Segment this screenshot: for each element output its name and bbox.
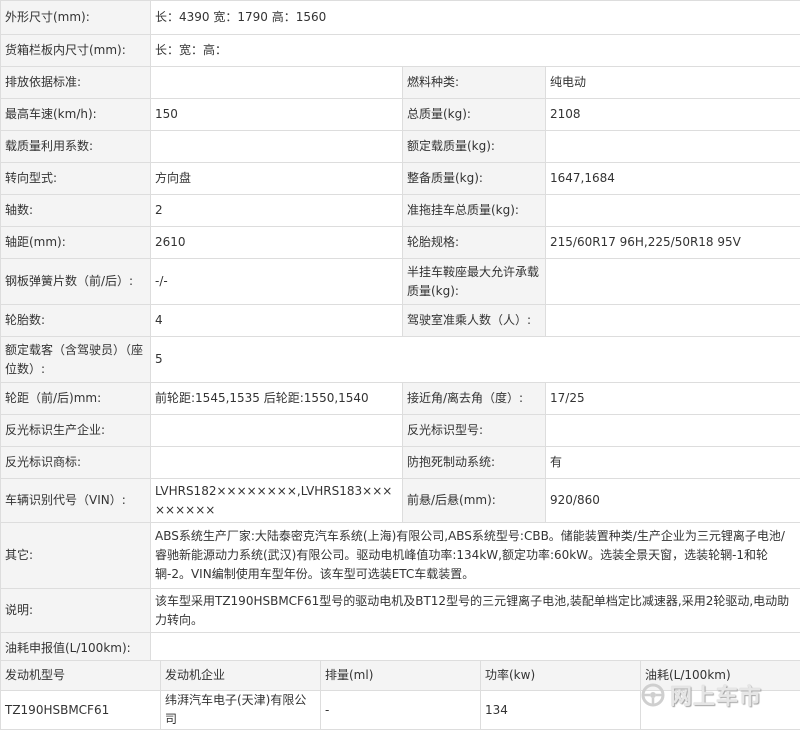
steering-value: 方向盘 [151,163,403,195]
emission-value [151,67,403,99]
tires-label: 轮胎规格: [403,227,546,259]
trailer-mass-label: 准拖挂车总质量(kg): [403,195,546,227]
dimensions-value: 长：4390 宽：1790 高：1560 [151,1,800,35]
reflect-maker-label: 反光标识生产企业: [1,415,151,447]
abs-label: 防抱死制动系统: [403,447,546,479]
total-mass-value: 2108 [546,99,800,131]
load-util-label: 载质量利用系数: [1,131,151,163]
engine-header-power: 功率(kw) [481,661,641,691]
track-label: 轮距（前/后)mm: [1,383,151,415]
cab-persons-label: 驾驶室准乘人数（人）: [403,305,546,337]
steering-label: 转向型式: [1,163,151,195]
overhang-label: 前悬/后悬(mm): [403,479,546,523]
passengers-label: 额定载客（含驾驶员）（座位数）: [1,337,151,383]
engine-power: 134 [481,691,641,730]
dimensions-label: 外形尺寸(mm): [1,1,151,35]
saddle-mass-value [546,259,800,305]
reflect-brand-value [151,447,403,479]
overhang-value: 920/860 [546,479,800,523]
speed-label: 最高车速(km/h): [1,99,151,131]
vin-value: LVHRS182××××××××,LVHRS183××××××××× [151,479,403,523]
abs-value: 有 [546,447,800,479]
total-mass-label: 总质量(kg): [403,99,546,131]
emission-label: 排放依据标准: [1,67,151,99]
springs-value: -/- [151,259,403,305]
engine-header-maker: 发动机企业 [161,661,321,691]
curb-mass-label: 整备质量(kg): [403,163,546,195]
other-value: ABS系统生产厂家:大陆泰密克汽车系统(上海)有限公司,ABS系统型号:CBB。… [151,523,800,589]
tires-value: 215/60R17 96H,225/50R18 95V [546,227,800,259]
wheelbase-label: 轴距(mm): [1,227,151,259]
angles-value: 17/25 [546,383,800,415]
cab-persons-value [546,305,800,337]
rated-load-label: 额定载质量(kg): [403,131,546,163]
reflect-model-label: 反光标识型号: [403,415,546,447]
tire-count-value: 4 [151,305,403,337]
watermark-text: 网上车市 [670,679,762,711]
speed-value: 150 [151,99,403,131]
fuel-label: 燃料种类: [403,67,546,99]
axles-value: 2 [151,195,403,227]
trailer-mass-value [546,195,800,227]
wheelbase-value: 2610 [151,227,403,259]
engine-model: TZ190HSBMCF61 [1,691,161,730]
spec-table: 外形尺寸(mm): 长：4390 宽：1790 高：1560 货箱栏板内尺寸(m… [0,0,800,665]
other-label: 其它: [1,523,151,589]
reflect-brand-label: 反光标识商标: [1,447,151,479]
note-value: 该车型采用TZ190HSBMCF61型号的驱动电机及BT12型号的三元锂离子电池… [151,589,800,633]
engine-header-model: 发动机型号 [1,661,161,691]
curb-mass-value: 1647,1684 [546,163,800,195]
tire-count-label: 轮胎数: [1,305,151,337]
engine-maker: 纬湃汽车电子(天津)有限公司 [161,691,321,730]
car-steering-icon [640,682,666,708]
track-value: 前轮距:1545,1535 后轮距:1550,1540 [151,383,403,415]
passengers-value: 5 [151,337,800,383]
reflect-maker-value [151,415,403,447]
springs-label: 钢板弹簧片数（前/后）: [1,259,151,305]
cargo-label: 货箱栏板内尺寸(mm): [1,35,151,67]
load-util-value [151,131,403,163]
axles-label: 轴数: [1,195,151,227]
cargo-value: 长：宽：高： [151,35,800,67]
fuel-value: 纯电动 [546,67,800,99]
engine-displacement: - [321,691,481,730]
engine-header-displacement: 排量(ml) [321,661,481,691]
saddle-mass-label: 半挂车鞍座最大允许承载质量(kg): [403,259,546,305]
angles-label: 接近角/离去角（度）: [403,383,546,415]
vin-label: 车辆识别代号（VIN）: [1,479,151,523]
note-label: 说明: [1,589,151,633]
watermark: 网上车市 [640,680,762,710]
reflect-model-value [546,415,800,447]
rated-load-value [546,131,800,163]
